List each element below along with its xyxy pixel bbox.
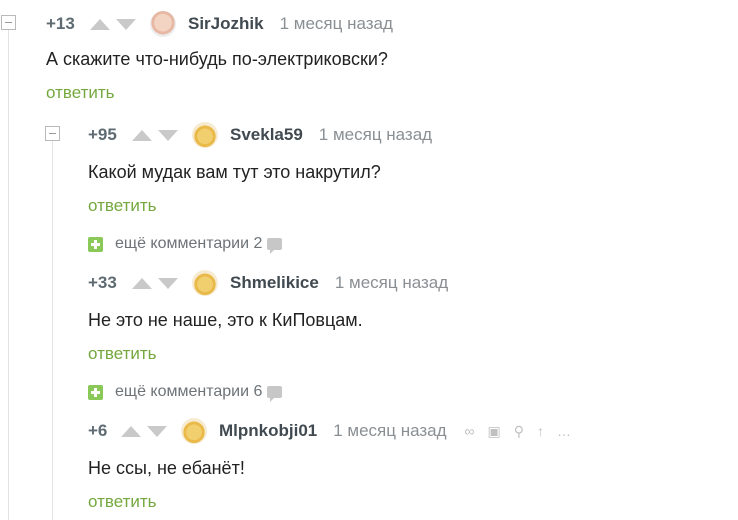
- thread-line-level-2: [52, 140, 53, 520]
- more-comments-button[interactable]: ещё комментарии 6: [88, 383, 283, 402]
- comment-header: +95 Svekla59 1 месяц назад: [88, 120, 432, 150]
- arrow-up-icon[interactable]: ↑: [537, 423, 544, 439]
- downvote-icon[interactable]: [158, 129, 178, 141]
- link-icon[interactable]: ∞: [465, 423, 475, 439]
- comment: +95 Svekla59 1 месяц назад Какой мудак в…: [88, 120, 432, 216]
- more-comments-label: ещё комментарии 2: [115, 235, 263, 252]
- upvote-icon[interactable]: [132, 277, 152, 289]
- comment-header: +13 SirJozhik 1 месяц назад: [46, 9, 393, 39]
- speech-bubble-icon: [267, 238, 283, 254]
- downvote-icon[interactable]: [116, 18, 136, 30]
- comment-rating: +95: [88, 125, 117, 144]
- more-comments-label: ещё комментарии 6: [115, 383, 263, 400]
- plus-square-icon: [88, 236, 103, 252]
- comment-username[interactable]: SirJozhik: [188, 14, 264, 34]
- comment-username[interactable]: Svekla59: [230, 125, 303, 145]
- comment-text: Не ссы, не ебанёт!: [88, 458, 245, 478]
- reply-link[interactable]: ответить: [88, 492, 157, 512]
- comment-text: Какой мудак вам тут это накрутил?: [88, 162, 381, 182]
- comment-time[interactable]: 1 месяц назад: [335, 273, 448, 293]
- collapse-thread-button[interactable]: [45, 126, 60, 141]
- comment-header: +33 Shmelikice 1 месяц назад: [88, 268, 448, 298]
- comment-rating: +6: [88, 421, 108, 440]
- comment-username[interactable]: Mlpnkobji01: [219, 421, 317, 441]
- comment-rating: +13: [46, 14, 75, 33]
- speech-bubble-icon: [267, 386, 283, 402]
- comment-text: А скажите что-нибудь по-электриковски?: [46, 49, 388, 69]
- comment-time[interactable]: 1 месяц назад: [280, 14, 393, 34]
- thread-line-level-1: [8, 30, 9, 520]
- comment-toolbar: ∞ ▣ ⚲ ↑ …: [465, 423, 584, 440]
- comment-username[interactable]: Shmelikice: [230, 273, 319, 293]
- comment-time[interactable]: 1 месяц назад: [333, 421, 446, 441]
- avatar[interactable]: [192, 122, 218, 148]
- comment-header: +6 Mlpnkobji01 1 месяц назад ∞ ▣ ⚲ ↑ …: [88, 416, 584, 446]
- plus-square-icon: [88, 384, 103, 400]
- avatar[interactable]: [181, 418, 207, 444]
- comment: +13 SirJozhik 1 месяц назад А скажите чт…: [46, 9, 393, 103]
- downvote-icon[interactable]: [147, 425, 167, 437]
- avatar[interactable]: [150, 11, 176, 37]
- comment-text: Не это не наше, это к КиПовцам.: [88, 310, 363, 330]
- reply-link[interactable]: ответить: [88, 196, 157, 216]
- comment-time[interactable]: 1 месяц назад: [319, 125, 432, 145]
- upvote-icon[interactable]: [121, 425, 141, 437]
- upvote-icon[interactable]: [90, 18, 110, 30]
- collapse-thread-button[interactable]: [1, 15, 16, 30]
- more-comments-button[interactable]: ещё комментарии 2: [88, 235, 283, 254]
- downvote-icon[interactable]: [158, 277, 178, 289]
- share-icon[interactable]: ⚲: [514, 423, 524, 440]
- comment: +33 Shmelikice 1 месяц назад Не это не н…: [88, 268, 448, 364]
- floppy-disk-icon[interactable]: ▣: [488, 423, 501, 440]
- comment: +6 Mlpnkobji01 1 месяц назад ∞ ▣ ⚲ ↑ … Н…: [88, 416, 584, 512]
- comment-rating: +33: [88, 273, 117, 292]
- upvote-icon[interactable]: [132, 129, 152, 141]
- avatar[interactable]: [192, 270, 218, 296]
- reply-link[interactable]: ответить: [88, 344, 157, 364]
- more-icon[interactable]: …: [557, 423, 571, 439]
- reply-link[interactable]: ответить: [46, 83, 115, 103]
